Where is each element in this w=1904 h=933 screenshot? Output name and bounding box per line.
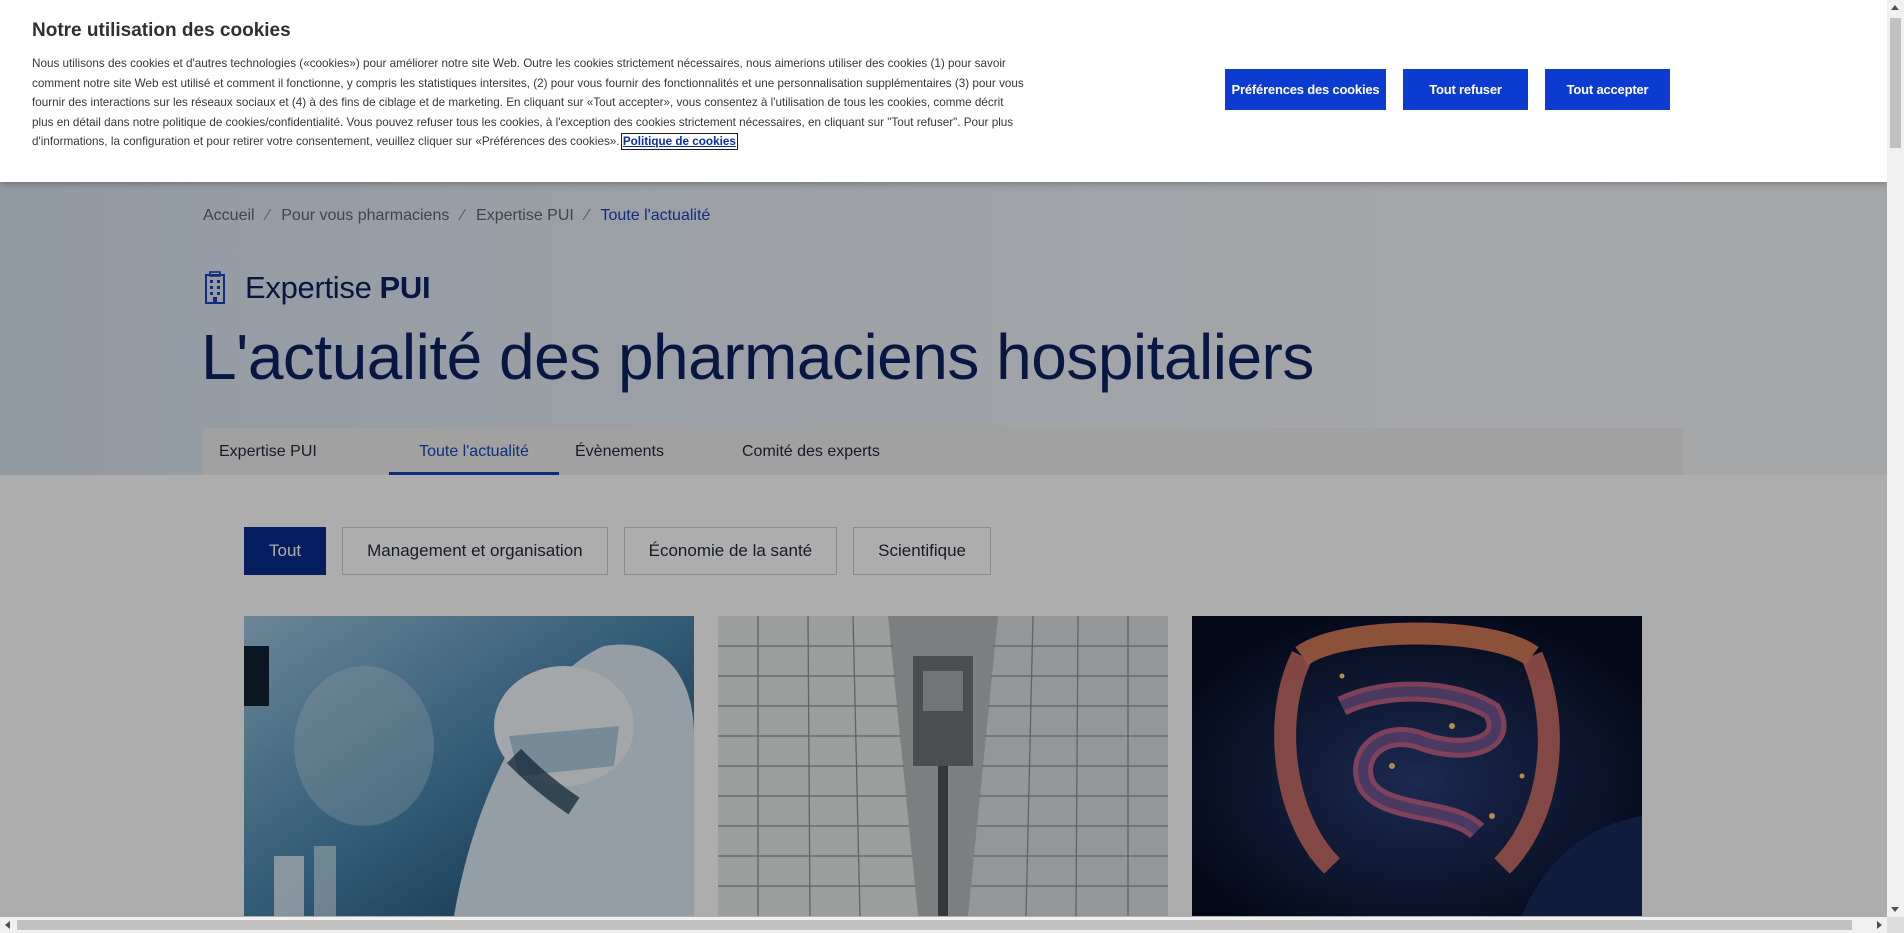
scroll-up-arrow-icon[interactable] — [1891, 5, 1899, 10]
cookie-banner-text: Nous utilisons des cookies et d'autres t… — [32, 54, 1027, 152]
cookie-banner-body: Nous utilisons des cookies et d'autres t… — [32, 57, 1024, 149]
cookie-banner-title: Notre utilisation des cookies — [32, 20, 291, 41]
vertical-scrollbar[interactable] — [1887, 0, 1904, 917]
cookie-accept-all-button[interactable]: Tout accepter — [1545, 69, 1670, 110]
cookie-banner: Notre utilisation des cookies Nous utili… — [0, 0, 1887, 182]
scroll-right-arrow-icon[interactable] — [1877, 921, 1882, 929]
horizontal-scrollbar[interactable] — [0, 917, 1887, 933]
cookie-policy-link[interactable]: Politique de cookies — [620, 133, 738, 151]
scroll-left-arrow-icon[interactable] — [5, 921, 10, 929]
cookie-reject-all-button[interactable]: Tout refuser — [1403, 69, 1528, 110]
scrollbar-corner — [1887, 917, 1904, 933]
scroll-down-arrow-icon[interactable] — [1891, 907, 1899, 912]
cookie-preferences-button[interactable]: Préférences des cookies — [1225, 69, 1386, 110]
horizontal-scroll-thumb[interactable] — [17, 920, 1852, 930]
cookie-button-group: Préférences des cookies Tout refuser Tou… — [1225, 69, 1670, 110]
vertical-scroll-thumb[interactable] — [1890, 18, 1901, 148]
